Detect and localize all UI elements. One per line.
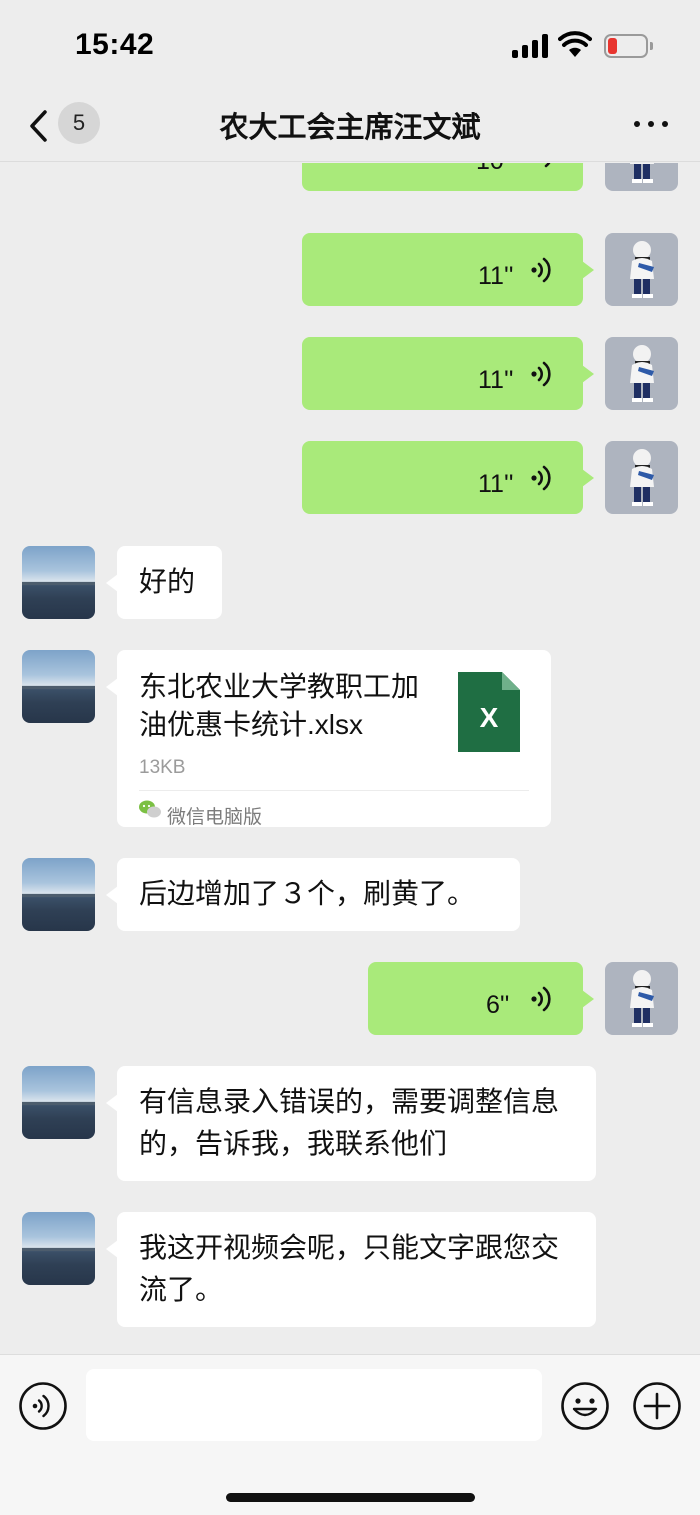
- avatar-self[interactable]: [605, 337, 678, 410]
- voice-duration: 11'': [478, 366, 514, 394]
- voice-wave-icon: [544, 163, 551, 168]
- cellular-signal-icon: [512, 34, 548, 58]
- voice-wave-icon: [531, 361, 551, 387]
- voice-duration: 11'': [478, 262, 514, 290]
- message-text: 有信息录入错误的，需要调整信息的，告诉我，我联系他们: [139, 1086, 560, 1159]
- voice-duration: 10'': [476, 163, 513, 182]
- back-chevron-icon[interactable]: [24, 106, 54, 146]
- file-card[interactable]: 东北农业大学教职工加油优惠卡统计.xlsx 13KB X 微信电脑版: [106, 650, 551, 828]
- battery-icon: [604, 34, 653, 58]
- text-bubble[interactable]: 有信息录入错误的，需要调整信息的，告诉我，我联系他们: [106, 1066, 596, 1181]
- file-size: 13KB: [139, 757, 186, 778]
- message-text-other: 好的: [0, 546, 700, 626]
- wifi-icon: [558, 31, 592, 57]
- status-bar: 15:42: [0, 0, 700, 92]
- message-text: 后边增加了３个，刷黄了。: [139, 878, 476, 909]
- text-bubble[interactable]: 后边增加了３个，刷黄了。: [106, 858, 520, 931]
- message-voice-self: 6'': [0, 962, 700, 1047]
- voice-duration: 11'': [478, 470, 514, 498]
- message-list[interactable]: 10'' 11'' 11'': [0, 163, 700, 1354]
- plus-icon[interactable]: [632, 1381, 682, 1431]
- file-name: 东北农业大学教职工加油优惠卡统计.xlsx: [139, 671, 420, 740]
- voice-wave-icon: [531, 257, 551, 283]
- chat-header: 5 农大工会主席汪文斌: [0, 92, 700, 162]
- avatar-contact[interactable]: [22, 546, 95, 619]
- avatar-contact[interactable]: [22, 858, 95, 931]
- voice-bubble[interactable]: 11'': [302, 337, 594, 410]
- voice-bubble[interactable]: 11'': [302, 441, 594, 514]
- message-text-other: 我这开视频会呢，只能文字跟您交流了。: [0, 1212, 700, 1337]
- wechat-icon: [139, 800, 161, 818]
- voice-bubble[interactable]: 10'': [302, 163, 594, 191]
- voice-input-icon[interactable]: [18, 1381, 68, 1431]
- voice-bubble[interactable]: 6'': [368, 962, 594, 1035]
- message-voice-self: 11'': [0, 337, 700, 422]
- chat-title: 农大工会主席汪文斌: [219, 112, 481, 144]
- message-text-other: 后边增加了３个，刷黄了。: [0, 858, 700, 938]
- text-bubble[interactable]: 我这开视频会呢，只能文字跟您交流了。: [106, 1212, 596, 1327]
- message-voice-self: 11'': [0, 233, 700, 318]
- message-file-other: 东北农业大学教职工加油优惠卡统计.xlsx 13KB X 微信电脑版: [0, 650, 700, 830]
- message-voice-self: 11'': [0, 441, 700, 526]
- voice-wave-icon: [531, 465, 551, 491]
- message-text-other: 有信息录入错误的，需要调整信息的，告诉我，我联系他们: [0, 1066, 700, 1191]
- voice-wave-icon: [531, 986, 551, 1012]
- emoji-icon[interactable]: [560, 1381, 610, 1431]
- input-toolbar: [0, 1354, 700, 1515]
- text-bubble[interactable]: 好的: [106, 546, 222, 619]
- avatar-contact[interactable]: [22, 1066, 95, 1139]
- more-dots-icon[interactable]: [628, 110, 674, 136]
- message-voice-self: 10'': [0, 163, 700, 203]
- message-text: 好的: [139, 566, 196, 597]
- avatar-contact[interactable]: [22, 650, 95, 723]
- status-time: 15:42: [75, 28, 155, 61]
- home-indicator[interactable]: [226, 1493, 475, 1502]
- voice-bubble[interactable]: 11'': [302, 233, 594, 306]
- message-input[interactable]: [86, 1369, 542, 1441]
- avatar-self[interactable]: [605, 233, 678, 306]
- file-card-divider: [139, 790, 529, 791]
- avatar-self[interactable]: [605, 163, 678, 191]
- excel-letter: X: [480, 702, 499, 733]
- avatar-self[interactable]: [605, 962, 678, 1035]
- voice-duration: 6'': [486, 991, 510, 1019]
- avatar-contact[interactable]: [22, 1212, 95, 1285]
- file-source: 微信电脑版: [167, 807, 263, 828]
- unread-count-badge[interactable]: 5: [58, 102, 100, 144]
- avatar-self[interactable]: [605, 441, 678, 514]
- excel-file-icon: X: [458, 672, 520, 752]
- message-text: 我这开视频会呢，只能文字跟您交流了。: [139, 1232, 560, 1305]
